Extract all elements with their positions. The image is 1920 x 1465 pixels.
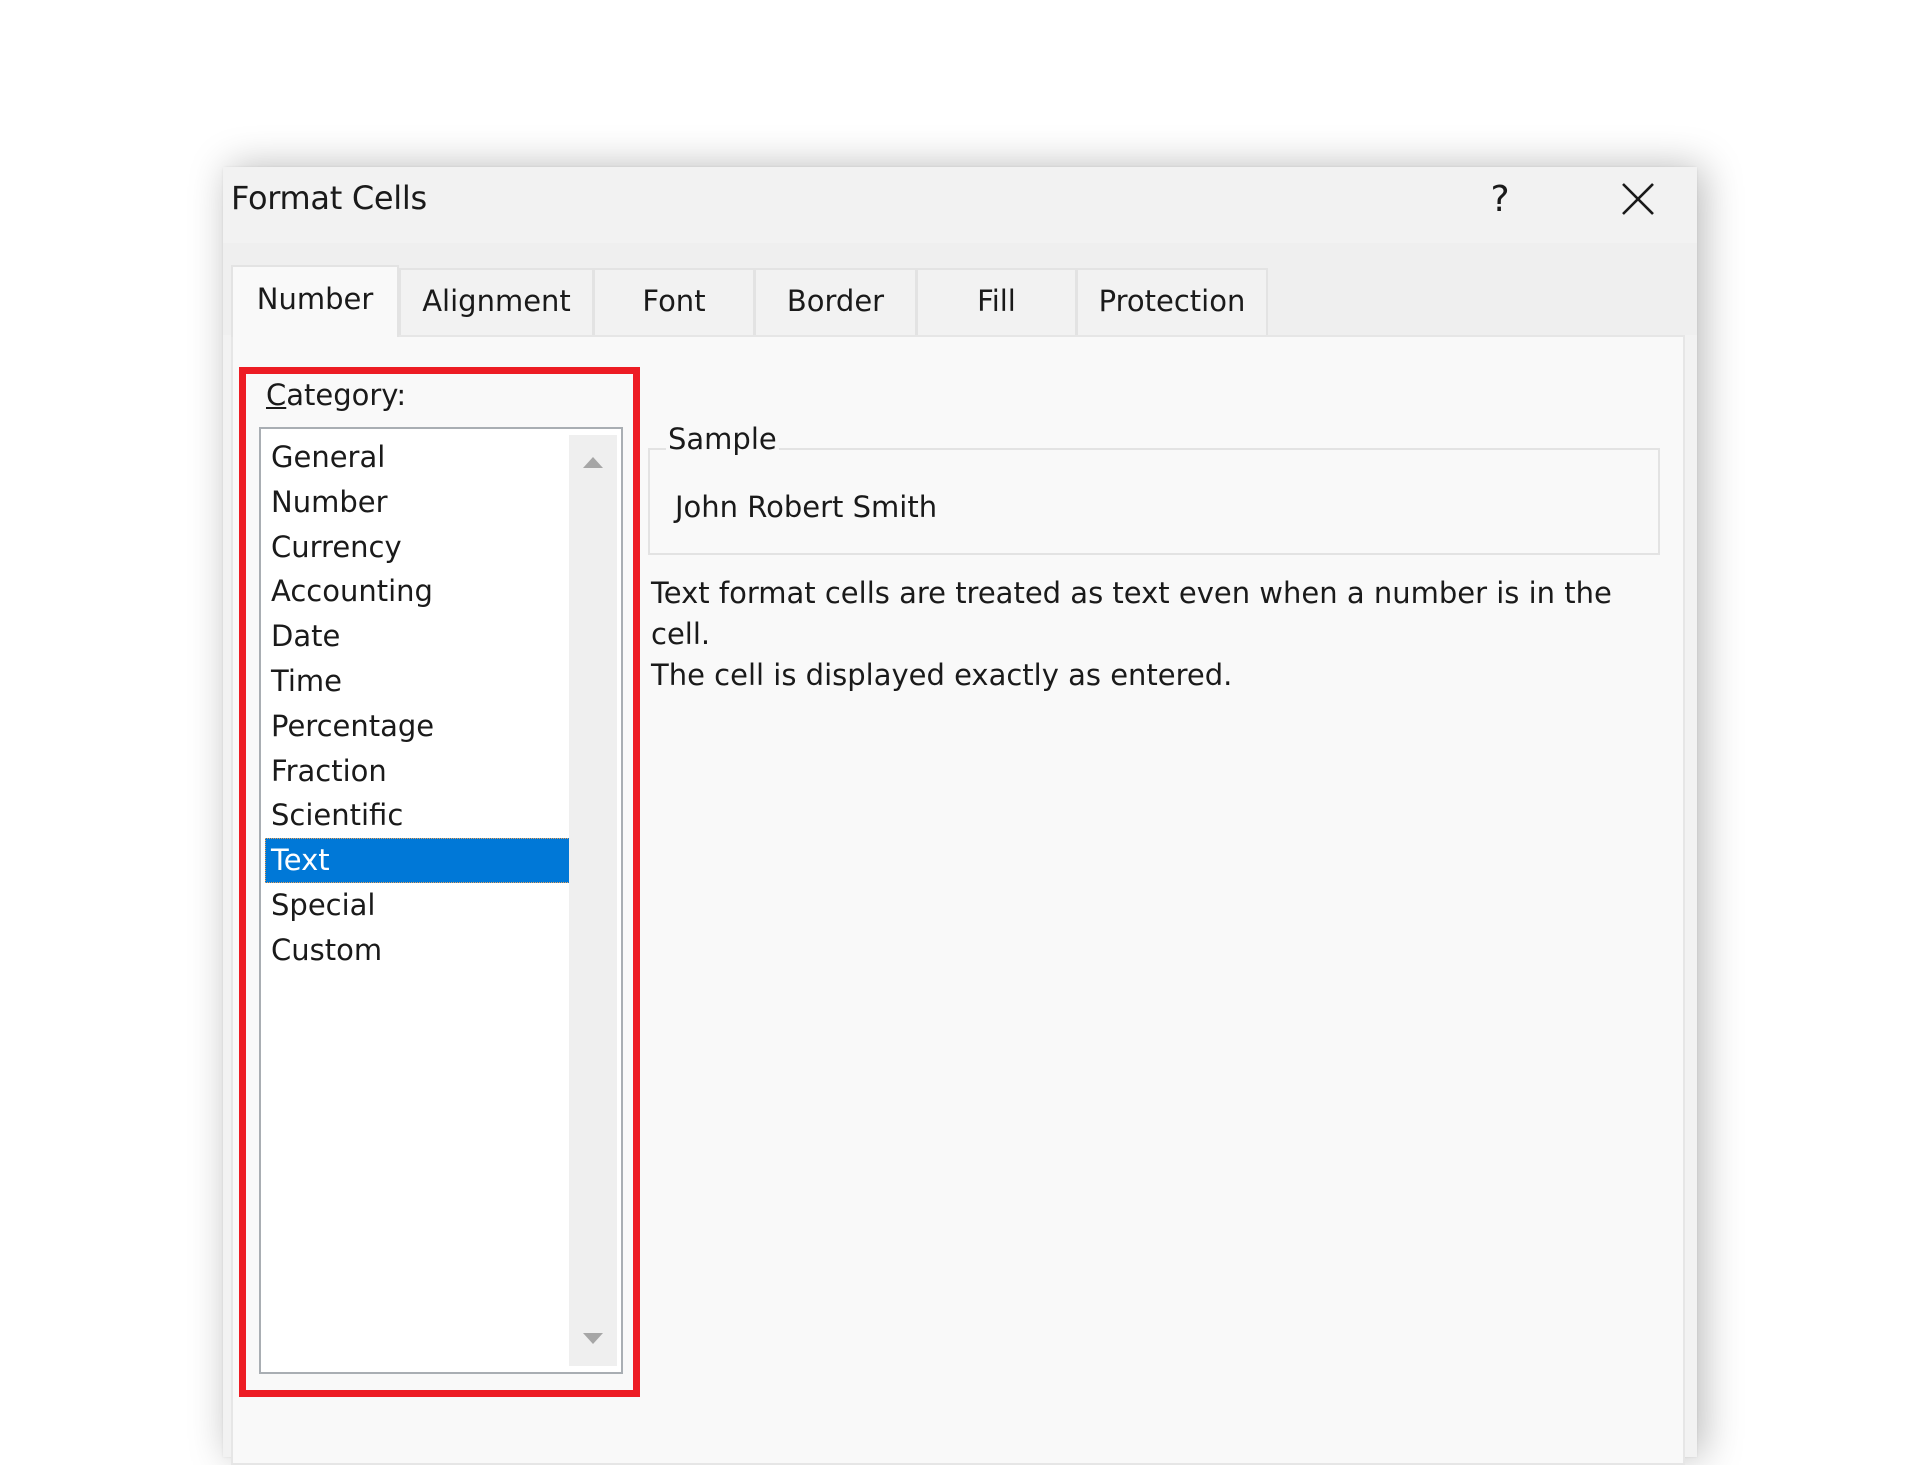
tab-strip: Number Alignment Font Border Fill Protec… bbox=[223, 243, 1697, 337]
category-item-time[interactable]: Time bbox=[265, 659, 570, 704]
category-label: Category: bbox=[266, 378, 406, 412]
close-button[interactable] bbox=[1616, 177, 1660, 221]
scroll-down-arrow-icon[interactable] bbox=[583, 1333, 603, 1344]
category-label-text: ategory: bbox=[286, 378, 407, 412]
category-item-number[interactable]: Number bbox=[265, 480, 570, 525]
tab-fill[interactable]: Fill bbox=[916, 268, 1077, 335]
category-item-date[interactable]: Date bbox=[265, 614, 570, 659]
dialog-title: Format Cells bbox=[231, 179, 427, 217]
tab-font[interactable]: Font bbox=[593, 268, 755, 335]
title-bar: Format Cells ? bbox=[223, 167, 1697, 243]
category-item-text[interactable]: Text bbox=[265, 838, 570, 883]
category-item-accounting[interactable]: Accounting bbox=[265, 569, 570, 614]
description-line-2: The cell is displayed exactly as entered… bbox=[651, 658, 1233, 692]
sample-groupbox: Sample John Robert Smith bbox=[648, 422, 1660, 555]
number-tab-panel: Category: General Number Currency Accoun… bbox=[231, 335, 1685, 1465]
category-listbox[interactable]: General Number Currency Accounting Date … bbox=[259, 427, 623, 1374]
category-item-currency[interactable]: Currency bbox=[265, 525, 570, 570]
category-item-scientific[interactable]: Scientific bbox=[265, 793, 570, 838]
category-highlight-box: Category: General Number Currency Accoun… bbox=[239, 367, 640, 1397]
tab-alignment[interactable]: Alignment bbox=[399, 268, 594, 335]
format-description: Text format cells are treated as text ev… bbox=[651, 573, 1651, 696]
tab-border[interactable]: Border bbox=[754, 268, 917, 335]
scroll-up-arrow-icon[interactable] bbox=[583, 457, 603, 468]
sample-label: Sample bbox=[666, 422, 779, 456]
close-icon bbox=[1622, 183, 1654, 215]
sample-value: John Robert Smith bbox=[675, 490, 938, 524]
category-label-access-key: C bbox=[266, 378, 287, 412]
category-item-general[interactable]: General bbox=[265, 435, 570, 480]
category-list: General Number Currency Accounting Date … bbox=[265, 435, 570, 973]
category-scrollbar[interactable] bbox=[569, 435, 617, 1366]
description-line-1: Text format cells are treated as text ev… bbox=[651, 576, 1612, 651]
tab-number[interactable]: Number bbox=[231, 265, 399, 337]
tab-protection[interactable]: Protection bbox=[1076, 268, 1268, 335]
format-cells-dialog: Format Cells ? Number Alignment Font Bor… bbox=[223, 167, 1697, 1465]
category-item-percentage[interactable]: Percentage bbox=[265, 704, 570, 749]
category-item-special[interactable]: Special bbox=[265, 883, 570, 928]
help-button[interactable]: ? bbox=[1480, 175, 1520, 225]
category-item-fraction[interactable]: Fraction bbox=[265, 749, 570, 794]
category-item-custom[interactable]: Custom bbox=[265, 928, 570, 973]
